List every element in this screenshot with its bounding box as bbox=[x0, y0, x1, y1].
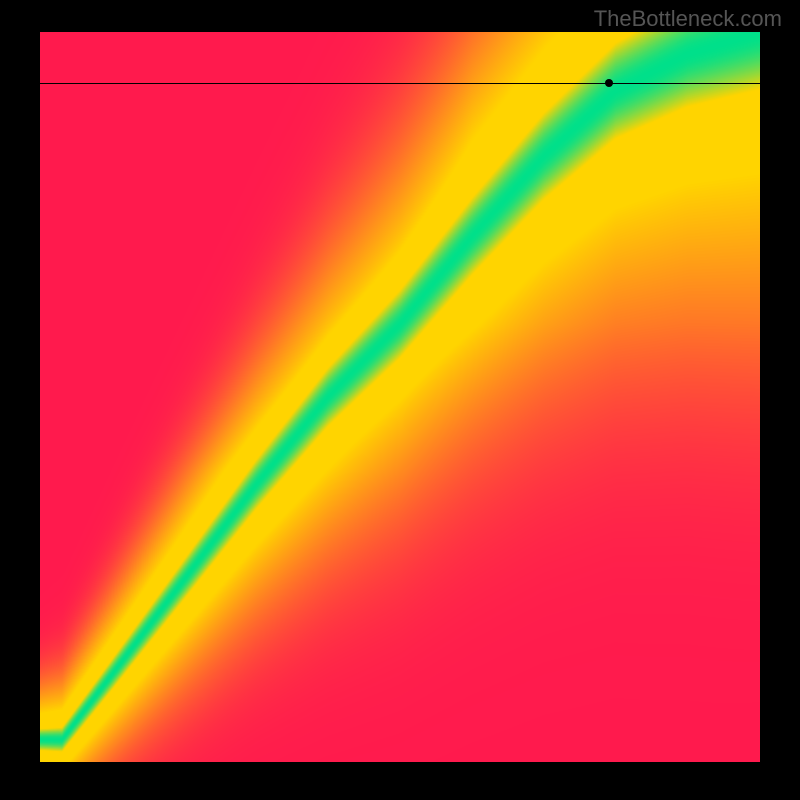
chart-container: TheBottleneck.com bbox=[0, 0, 800, 800]
watermark-text: TheBottleneck.com bbox=[594, 6, 782, 32]
crosshair-point bbox=[605, 79, 613, 87]
crosshair-horizontal bbox=[40, 83, 760, 84]
heatmap-plot bbox=[40, 32, 760, 762]
heatmap-canvas bbox=[40, 32, 760, 762]
